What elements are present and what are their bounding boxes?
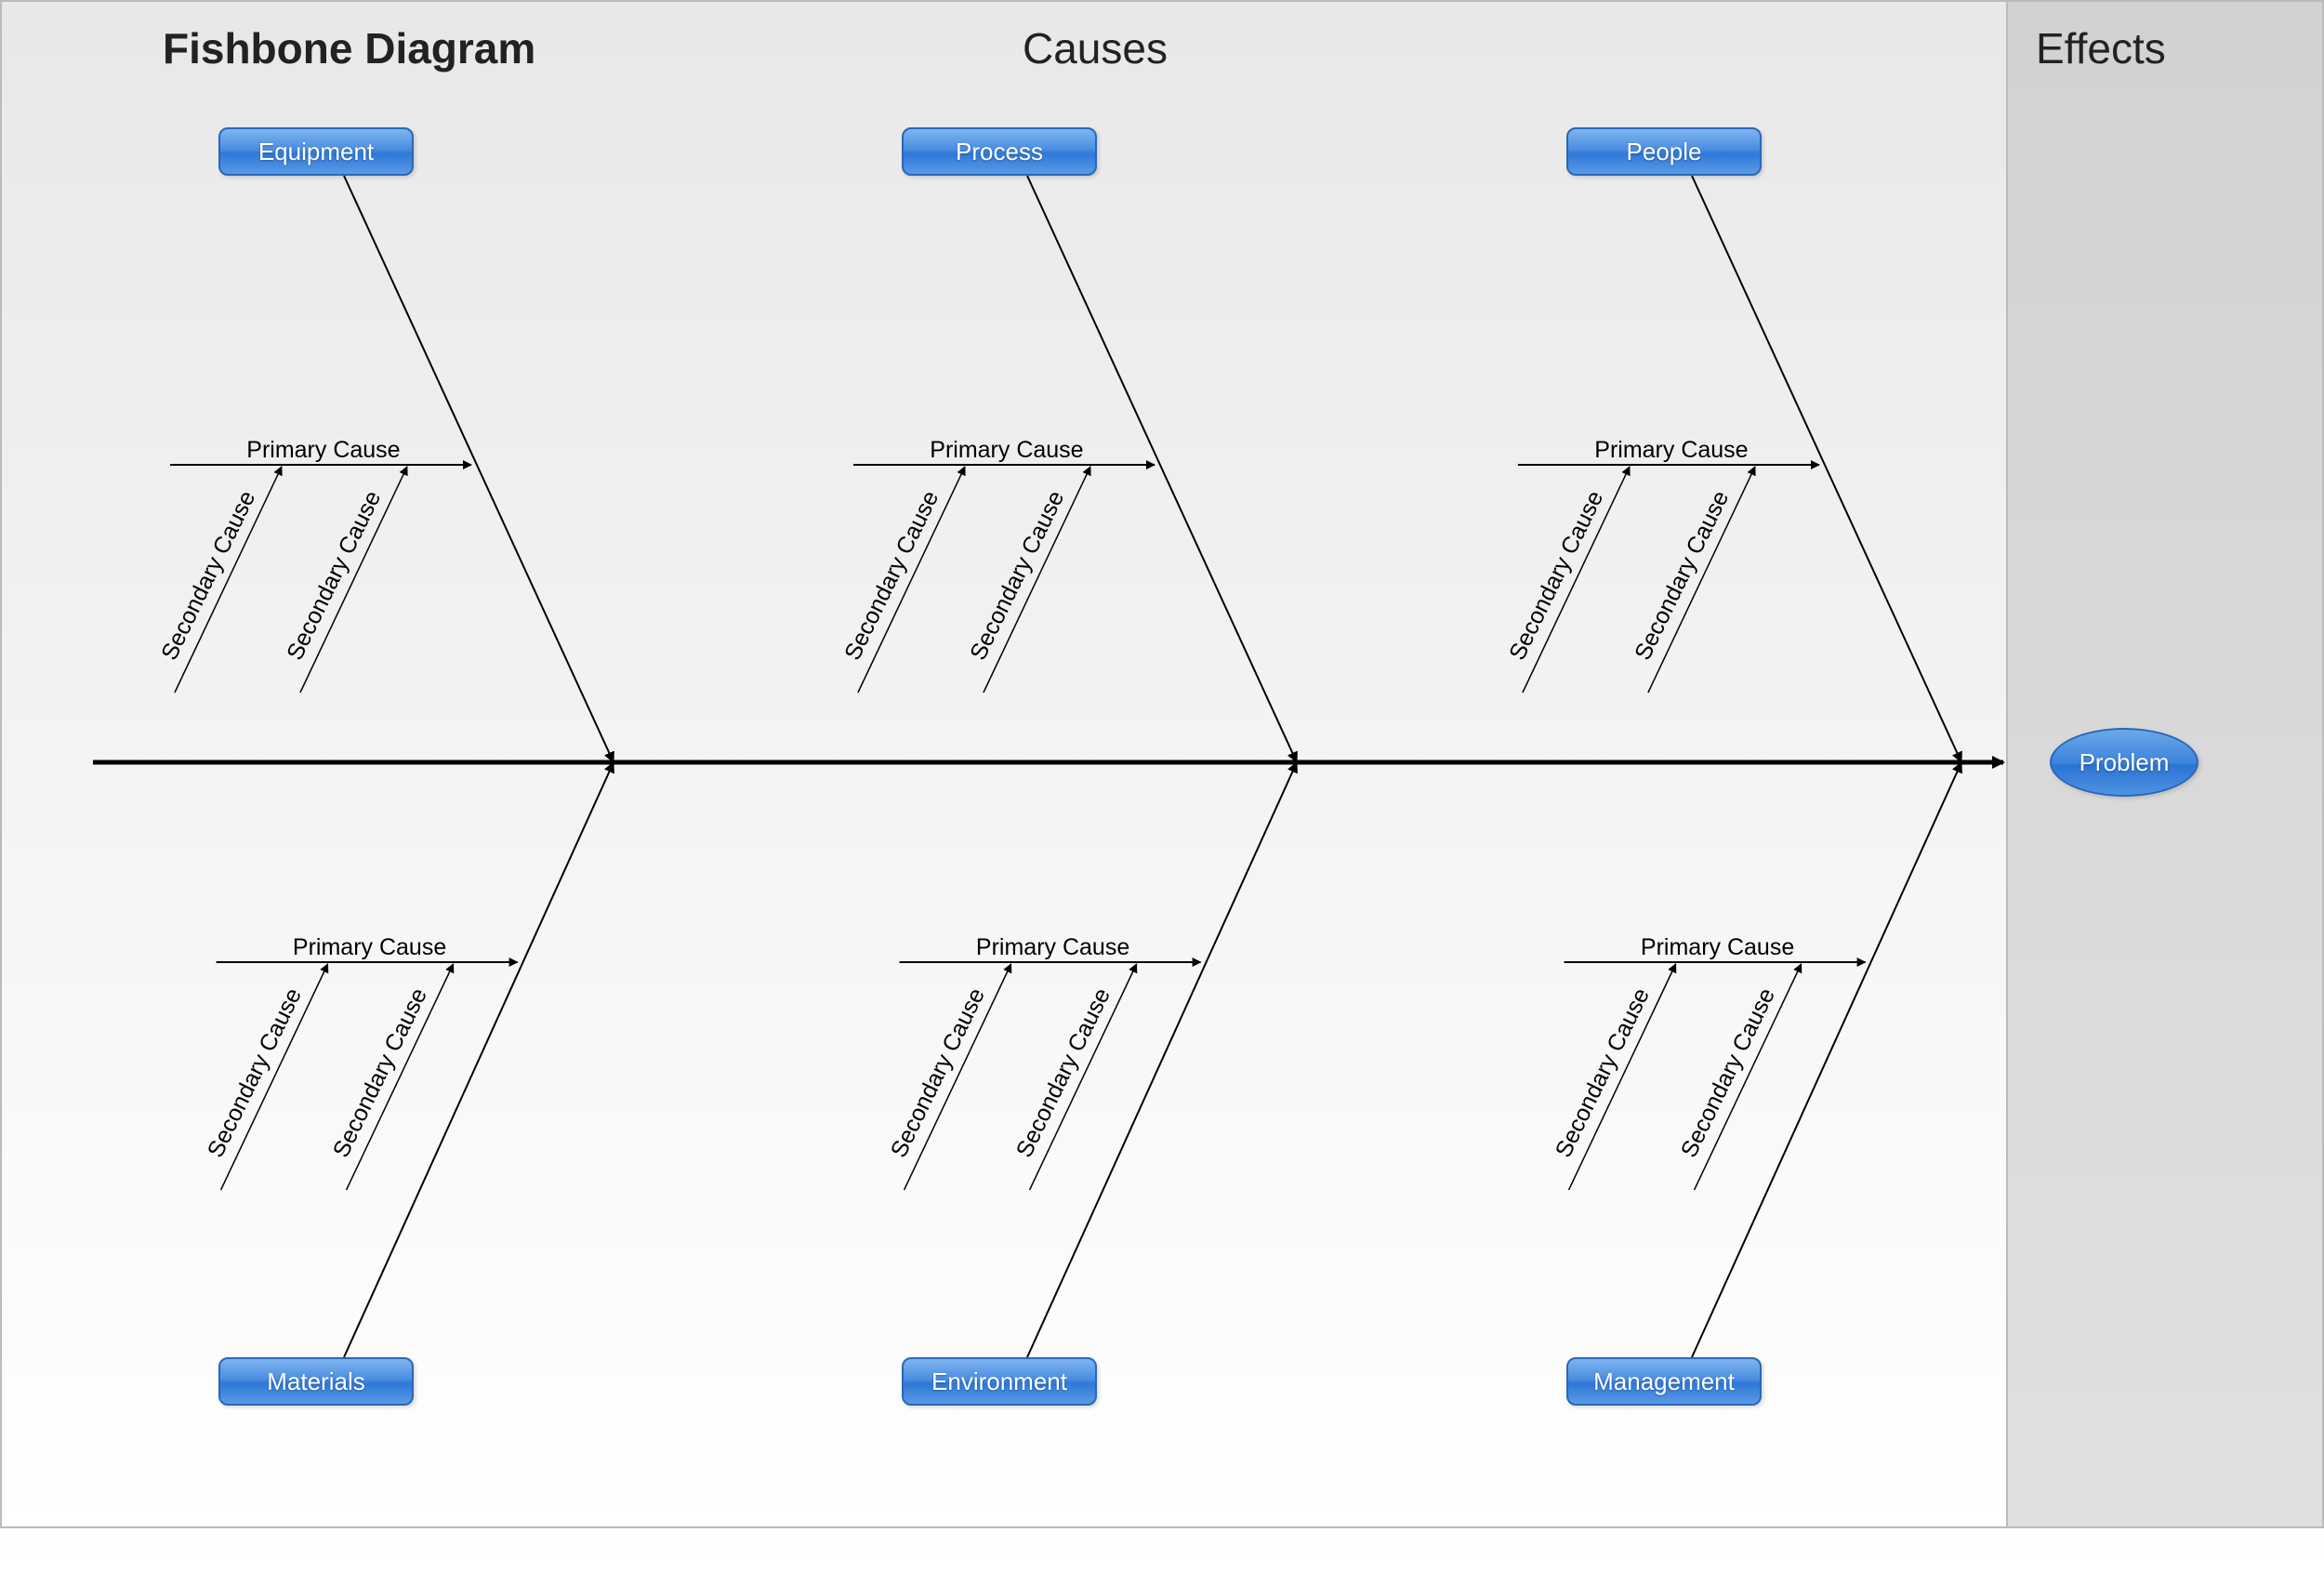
svg-text:Secondary Cause: Secondary Cause — [203, 984, 307, 1162]
svg-text:Primary Cause: Primary Cause — [246, 437, 400, 463]
svg-text:Primary Cause: Primary Cause — [1641, 934, 1794, 960]
svg-text:Primary Cause: Primary Cause — [293, 934, 446, 960]
svg-text:Secondary Cause: Secondary Cause — [1551, 984, 1655, 1162]
svg-text:Secondary Cause: Secondary Cause — [965, 487, 1069, 665]
svg-text:Secondary Cause: Secondary Cause — [1011, 984, 1116, 1162]
category-equipment: Equipment — [218, 127, 414, 176]
category-materials: Materials — [218, 1357, 414, 1406]
category-process: Process — [902, 127, 1097, 176]
svg-text:Secondary Cause: Secondary Cause — [886, 984, 990, 1162]
svg-text:Primary Cause: Primary Cause — [976, 934, 1129, 960]
svg-text:Secondary Cause: Secondary Cause — [328, 984, 432, 1162]
svg-text:Primary Cause: Primary Cause — [930, 437, 1083, 463]
svg-text:Secondary Cause: Secondary Cause — [156, 487, 260, 665]
category-people: People — [1566, 127, 1762, 176]
svg-text:Secondary Cause: Secondary Cause — [1676, 984, 1780, 1162]
svg-text:Secondary Cause: Secondary Cause — [282, 487, 386, 665]
fishbone-svg: Primary CauseSecondary CauseSecondary Ca… — [0, 0, 2324, 1572]
effect-problem: Problem — [2050, 728, 2199, 797]
svg-text:Secondary Cause: Secondary Cause — [839, 487, 944, 665]
svg-text:Secondary Cause: Secondary Cause — [1630, 487, 1734, 665]
category-environment: Environment — [902, 1357, 1097, 1406]
svg-text:Primary Cause: Primary Cause — [1594, 437, 1748, 463]
category-management: Management — [1566, 1357, 1762, 1406]
svg-text:Secondary Cause: Secondary Cause — [1504, 487, 1608, 665]
